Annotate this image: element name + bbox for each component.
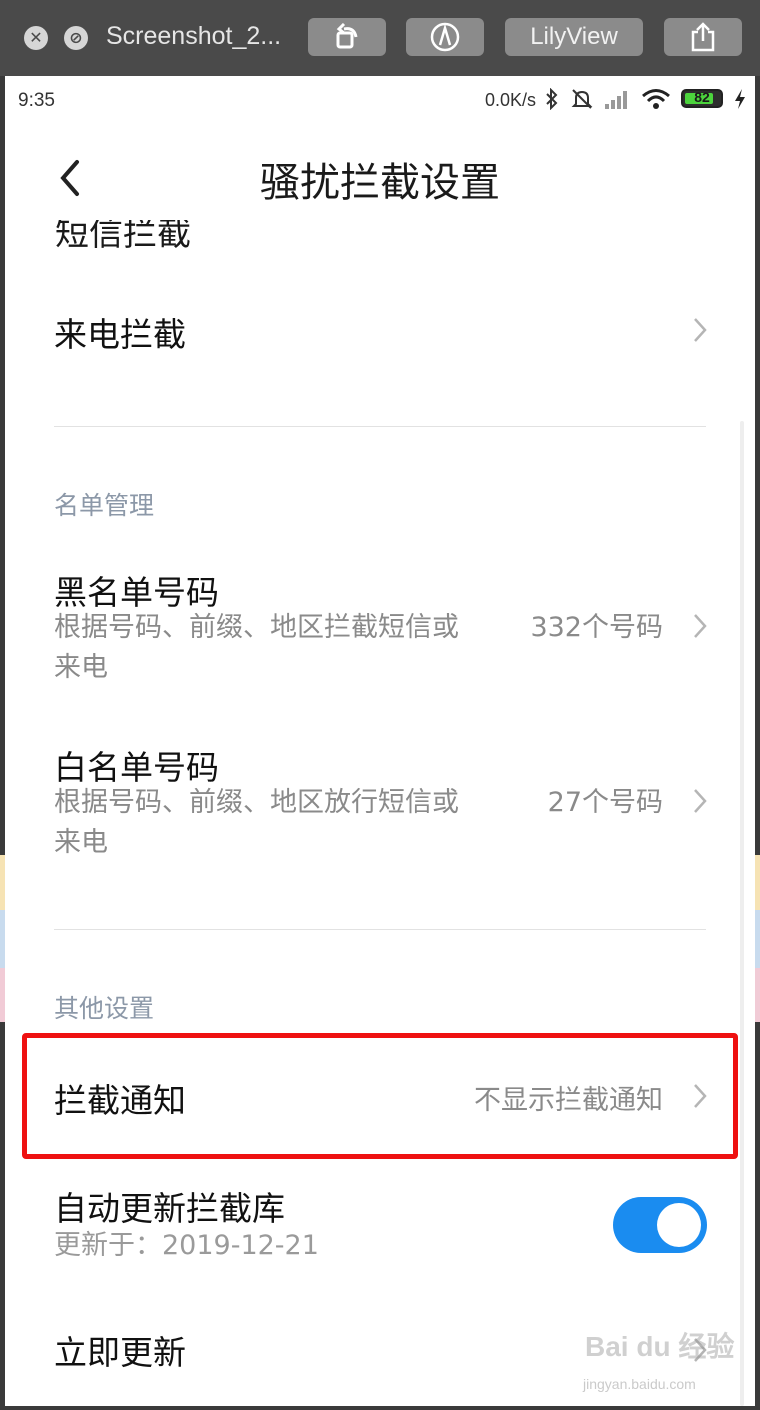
page-header: 骚扰拦截设置 xyxy=(5,136,755,216)
side-strip xyxy=(755,968,760,1022)
update-now-label: 立即更新 xyxy=(54,1333,186,1372)
viewer-toolbar: ✕ ⊘ Screenshot_2... LilyView xyxy=(0,0,760,76)
divider xyxy=(54,929,706,930)
rotate-icon xyxy=(336,23,358,49)
markup-icon xyxy=(430,22,460,52)
page-title: 骚扰拦截设置 xyxy=(260,160,500,206)
watermark-logo: Bai du 经验 xyxy=(585,1331,735,1362)
side-strip xyxy=(755,855,760,910)
chevron-right-icon xyxy=(694,789,707,813)
charging-icon xyxy=(735,89,745,109)
lilyview-button[interactable]: LilyView xyxy=(505,18,643,56)
minimize-icon[interactable]: ⊘ xyxy=(64,26,88,50)
markup-button[interactable] xyxy=(406,18,484,56)
section-header-other: 其他设置 xyxy=(54,994,155,1023)
window-title: Screenshot_2... xyxy=(106,22,282,50)
blacklist-count: 332个号码 xyxy=(530,612,663,643)
blacklist-label: 黑名单号码 xyxy=(54,573,219,612)
wifi-icon xyxy=(642,89,670,109)
section-header-lists: 名单管理 xyxy=(54,491,155,520)
whitelist-count: 27个号码 xyxy=(547,787,663,818)
share-button[interactable] xyxy=(664,18,742,56)
auto-update-toggle[interactable] xyxy=(613,1197,707,1253)
whitelist-row[interactable]: 白名单号码 根据号码、前缀、地区放行短信或 来电 27个号码 xyxy=(5,731,755,881)
call-block-row[interactable]: 来电拦截 xyxy=(5,286,755,406)
rotate-button[interactable] xyxy=(308,18,386,56)
close-icon[interactable]: ✕ xyxy=(24,26,48,50)
blacklist-desc-line2: 来电 xyxy=(54,652,108,683)
battery-level: 82 xyxy=(694,89,710,105)
auto-update-label: 自动更新拦截库 xyxy=(54,1189,285,1228)
signal-icon xyxy=(605,91,627,109)
phone-screen: 9:35 0.0K/s 82 骚扰拦截设置 短信拦截 来电拦截 名单管理 黑名单… xyxy=(5,76,755,1406)
share-icon xyxy=(691,22,715,52)
network-speed: 0.0K/s xyxy=(485,90,537,110)
silent-bell-icon xyxy=(571,89,593,109)
call-block-label: 来电拦截 xyxy=(54,315,186,354)
battery-indicator: 82 xyxy=(681,89,723,108)
status-time: 9:35 xyxy=(18,90,55,111)
divider xyxy=(54,426,706,427)
toggle-knob xyxy=(657,1203,701,1247)
blacklist-row[interactable]: 黑名单号码 根据号码、前缀、地区拦截短信或 来电 332个号码 xyxy=(5,556,755,706)
auto-update-date: 更新于：2019-12-21 xyxy=(54,1230,319,1261)
whitelist-desc-line1: 根据号码、前缀、地区放行短信或 xyxy=(54,787,459,818)
whitelist-desc-line2: 来电 xyxy=(54,827,108,858)
blacklist-desc-line1: 根据号码、前缀、地区拦截短信或 xyxy=(54,612,459,643)
whitelist-label: 白名单号码 xyxy=(54,748,219,787)
watermark-url: jingyan.baidu.com xyxy=(583,1376,696,1392)
bluetooth-icon xyxy=(546,88,558,110)
highlight-box xyxy=(22,1033,738,1159)
chevron-right-icon xyxy=(694,614,707,638)
status-bar: 9:35 0.0K/s 82 xyxy=(5,76,755,126)
chevron-right-icon xyxy=(694,318,707,342)
side-strip xyxy=(755,910,760,968)
